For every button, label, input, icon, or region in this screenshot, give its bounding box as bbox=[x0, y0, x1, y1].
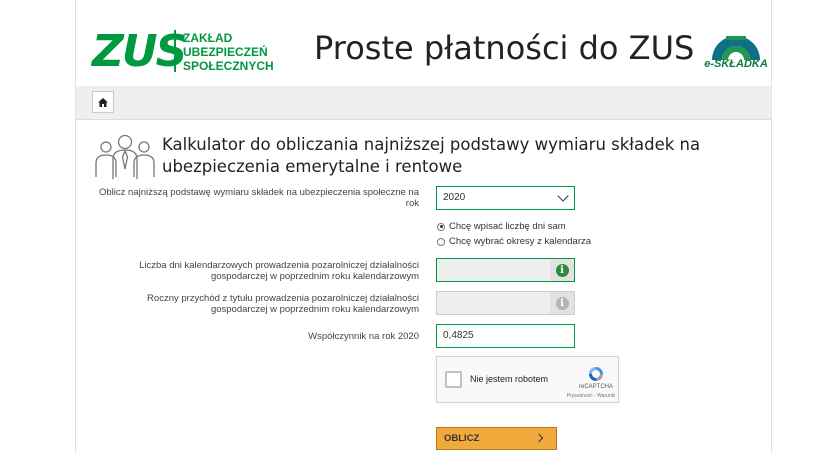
logo-sub-line-2: UBEZPIECZEŃ bbox=[183, 45, 268, 59]
year-label-line-1: Oblicz najniższą podstawę wymiaru składe… bbox=[98, 187, 419, 198]
days-label-line-1: Liczba dni kalendarzowych prowadzenia po… bbox=[139, 260, 419, 271]
radio-calendar[interactable]: Chcę wybrać okresy z kalendarza bbox=[437, 236, 591, 247]
logo-sub-line-1: ZAKŁAD bbox=[183, 31, 233, 45]
logo-sub-line-3: SPOŁECZNYCH bbox=[183, 59, 274, 73]
coefficient-label: Współczynnik na rok 2020 bbox=[308, 331, 419, 342]
radio-calendar-control[interactable] bbox=[437, 237, 445, 246]
year-label-line-2: rok bbox=[405, 198, 419, 209]
info-icon: i bbox=[555, 296, 569, 310]
chevron-down-icon bbox=[557, 190, 569, 202]
income-info-button[interactable]: i bbox=[550, 292, 574, 314]
income-input[interactable]: i bbox=[436, 291, 575, 315]
eskladka-label: e-SKŁADKA bbox=[704, 58, 768, 70]
year-select[interactable]: 2020 bbox=[436, 186, 575, 210]
recaptcha-widget: Nie jestem robotem reCAPTCHA Prywatność … bbox=[436, 356, 619, 403]
radio-enter-days[interactable]: Chcę wpisać liczbę dni sam bbox=[437, 221, 566, 232]
recaptcha-label: Nie jestem robotem bbox=[470, 374, 549, 384]
calculator-title-line-2: ubezpieczenia emerytalne i rentowe bbox=[162, 157, 463, 176]
zus-logo-subtitle: ZAKŁAD UBEZPIECZEŃ SPOŁECZNYCH bbox=[183, 31, 274, 73]
income-label-line-1: Roczny przychód z tytułu prowadzenia poz… bbox=[147, 293, 419, 304]
eskladka-logo[interactable]: e-SKŁADKA bbox=[704, 30, 768, 76]
eskladka-arc-icon bbox=[712, 36, 760, 60]
year-label: Oblicz najniższą podstawę wymiaru składe… bbox=[76, 187, 419, 209]
chevron-right-icon bbox=[534, 433, 544, 443]
recaptcha-logo-icon bbox=[589, 367, 603, 381]
days-info-button[interactable]: i bbox=[550, 259, 574, 281]
coefficient-input[interactable]: 0,4825 bbox=[436, 324, 575, 348]
home-button[interactable] bbox=[92, 91, 114, 113]
calculator-title-line-1: Kalkulator do obliczania najniższej pods… bbox=[162, 135, 701, 154]
info-icon: i bbox=[555, 263, 569, 277]
days-label: Liczba dni kalendarzowych prowadzenia po… bbox=[76, 260, 419, 282]
income-label: Roczny przychód z tytułu prowadzenia poz… bbox=[76, 293, 419, 315]
calculator-title: Kalkulator do obliczania najniższej pods… bbox=[162, 134, 722, 178]
header: ZUS ZAKŁAD UBEZPIECZEŃ SPOŁECZNYCH Prost… bbox=[76, 0, 771, 87]
people-icon bbox=[95, 134, 155, 179]
calculate-button-label: OBLICZ bbox=[444, 433, 480, 444]
radio-calendar-label: Chcę wybrać okresy z kalendarza bbox=[449, 236, 592, 247]
home-icon bbox=[98, 97, 108, 107]
income-label-line-2: gospodarczej w poprzednim roku kalendarz… bbox=[210, 304, 419, 315]
radio-enter-days-control[interactable] bbox=[437, 222, 445, 231]
zus-logo[interactable]: ZUS bbox=[92, 30, 187, 74]
logo-divider bbox=[174, 30, 176, 72]
year-select-value: 2020 bbox=[443, 192, 466, 203]
recaptcha-checkbox[interactable] bbox=[445, 371, 462, 388]
radio-enter-days-label: Chcę wpisać liczbę dni sam bbox=[449, 221, 566, 232]
nav-bar bbox=[76, 86, 771, 120]
recaptcha-links[interactable]: Prywatność - Warunki bbox=[563, 393, 619, 399]
days-label-line-2: gospodarczej w poprzednim roku kalendarz… bbox=[210, 271, 419, 282]
page-container: ZUS ZAKŁAD UBEZPIECZEŃ SPOŁECZNYCH Prost… bbox=[75, 0, 772, 454]
days-input[interactable]: i bbox=[436, 258, 575, 282]
app-title: Proste płatności do ZUS bbox=[314, 29, 695, 67]
calculate-button[interactable]: OBLICZ bbox=[436, 427, 557, 450]
recaptcha-brand: reCAPTCHA bbox=[578, 384, 613, 390]
